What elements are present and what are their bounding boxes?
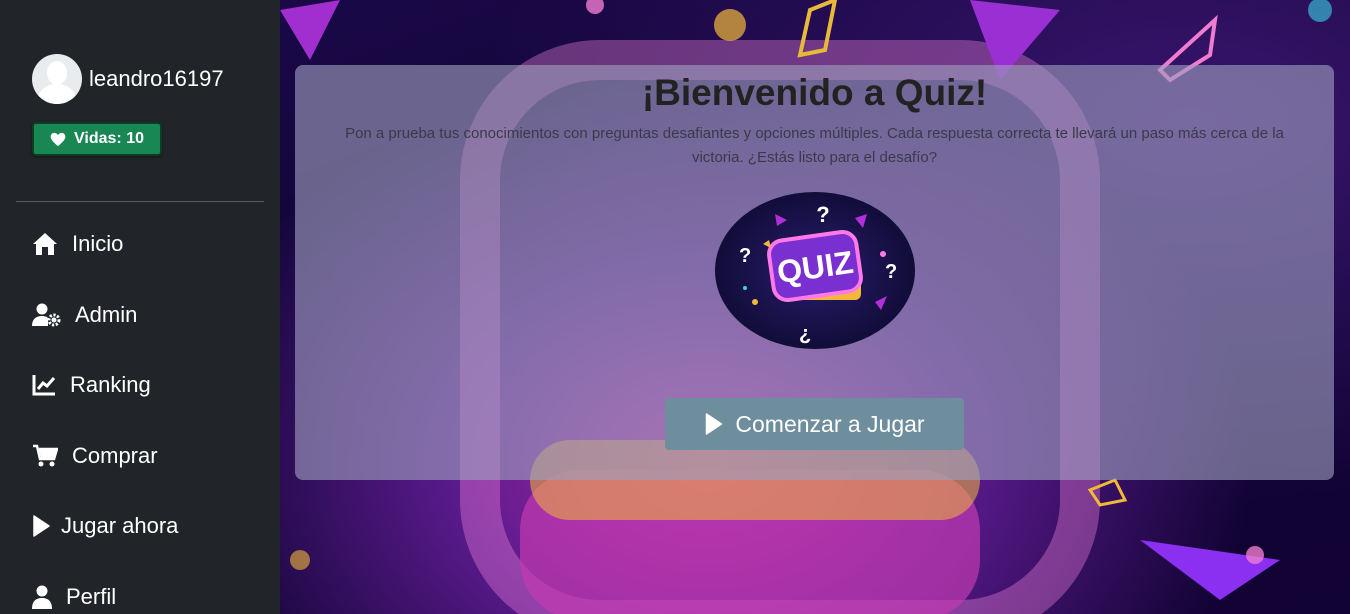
cart-icon (33, 444, 58, 467)
sidebar-item-ranking[interactable]: Ranking (32, 372, 151, 398)
sidebar-item-label: Perfil (66, 584, 117, 609)
sidebar-item-comprar[interactable]: Comprar (32, 443, 158, 469)
sidebar-item-label: Jugar ahora (61, 513, 179, 538)
sidebar-item-perfil[interactable]: Perfil (32, 584, 116, 610)
sidebar-divider (16, 201, 264, 202)
sidebar-item-inicio[interactable]: Inicio (32, 231, 123, 257)
play-icon (33, 515, 50, 537)
user-gear-icon (32, 303, 61, 327)
quiz-logo: QUIZ ? ? ? ¿ (715, 192, 915, 349)
start-game-button[interactable]: Comenzar a Jugar (665, 398, 964, 450)
user-icon (32, 585, 52, 609)
sidebar-item-admin[interactable]: Admin (32, 302, 137, 328)
lives-label: Vidas: 10 (74, 130, 144, 147)
heart-icon (50, 132, 66, 146)
home-icon (33, 233, 57, 255)
page-title: ¡Bienvenido a Quiz! (641, 72, 988, 113)
chart-line-icon (32, 375, 56, 396)
sidebar-item-label: Ranking (70, 372, 151, 397)
question-mark-icon: ? (885, 261, 897, 283)
user-info: leandro16197 (32, 54, 224, 104)
sidebar-item-label: Admin (75, 302, 138, 327)
sidebar-item-jugar-ahora[interactable]: Jugar ahora (32, 513, 178, 539)
sidebar: leandro16197 Vidas: 10 Inicio Admin Rank… (0, 0, 280, 614)
question-mark-icon: ? (816, 202, 829, 227)
play-icon (706, 413, 723, 435)
avatar (32, 54, 82, 104)
sidebar-item-label: Inicio (72, 231, 124, 256)
welcome-card-content: ¡Bienvenido a Quiz! Pon a prueba tus con… (295, 0, 1334, 614)
lives-badge: Vidas: 10 (32, 122, 162, 156)
username: leandro16197 (89, 66, 224, 91)
start-game-label: Comenzar a Jugar (735, 410, 925, 437)
sidebar-item-label: Comprar (72, 443, 158, 468)
question-mark-icon: ? (739, 245, 751, 267)
welcome-description: Pon a prueba tus conocimientos con pregu… (345, 125, 1284, 166)
question-mark-icon: ¿ (799, 323, 811, 345)
